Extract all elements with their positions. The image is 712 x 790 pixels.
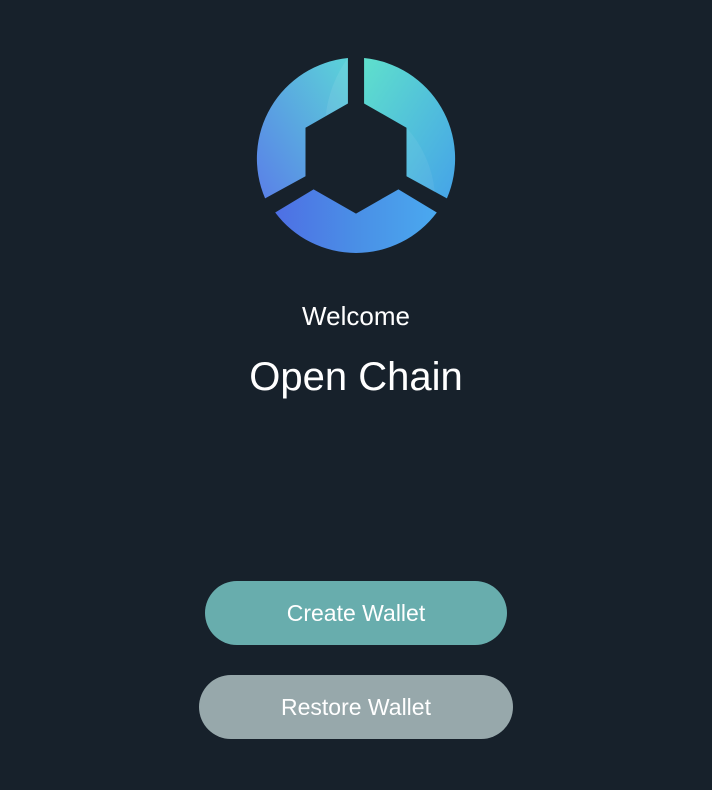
restore-wallet-label: Restore Wallet <box>281 693 431 720</box>
welcome-text: Welcome <box>302 301 410 331</box>
create-wallet-label: Create Wallet <box>286 599 426 626</box>
create-wallet-button[interactable]: Create Wallet <box>205 581 507 645</box>
open-chain-logo-icon <box>255 55 457 257</box>
app-title: Open Chain <box>249 355 463 399</box>
restore-wallet-button[interactable]: Restore Wallet <box>199 675 513 739</box>
